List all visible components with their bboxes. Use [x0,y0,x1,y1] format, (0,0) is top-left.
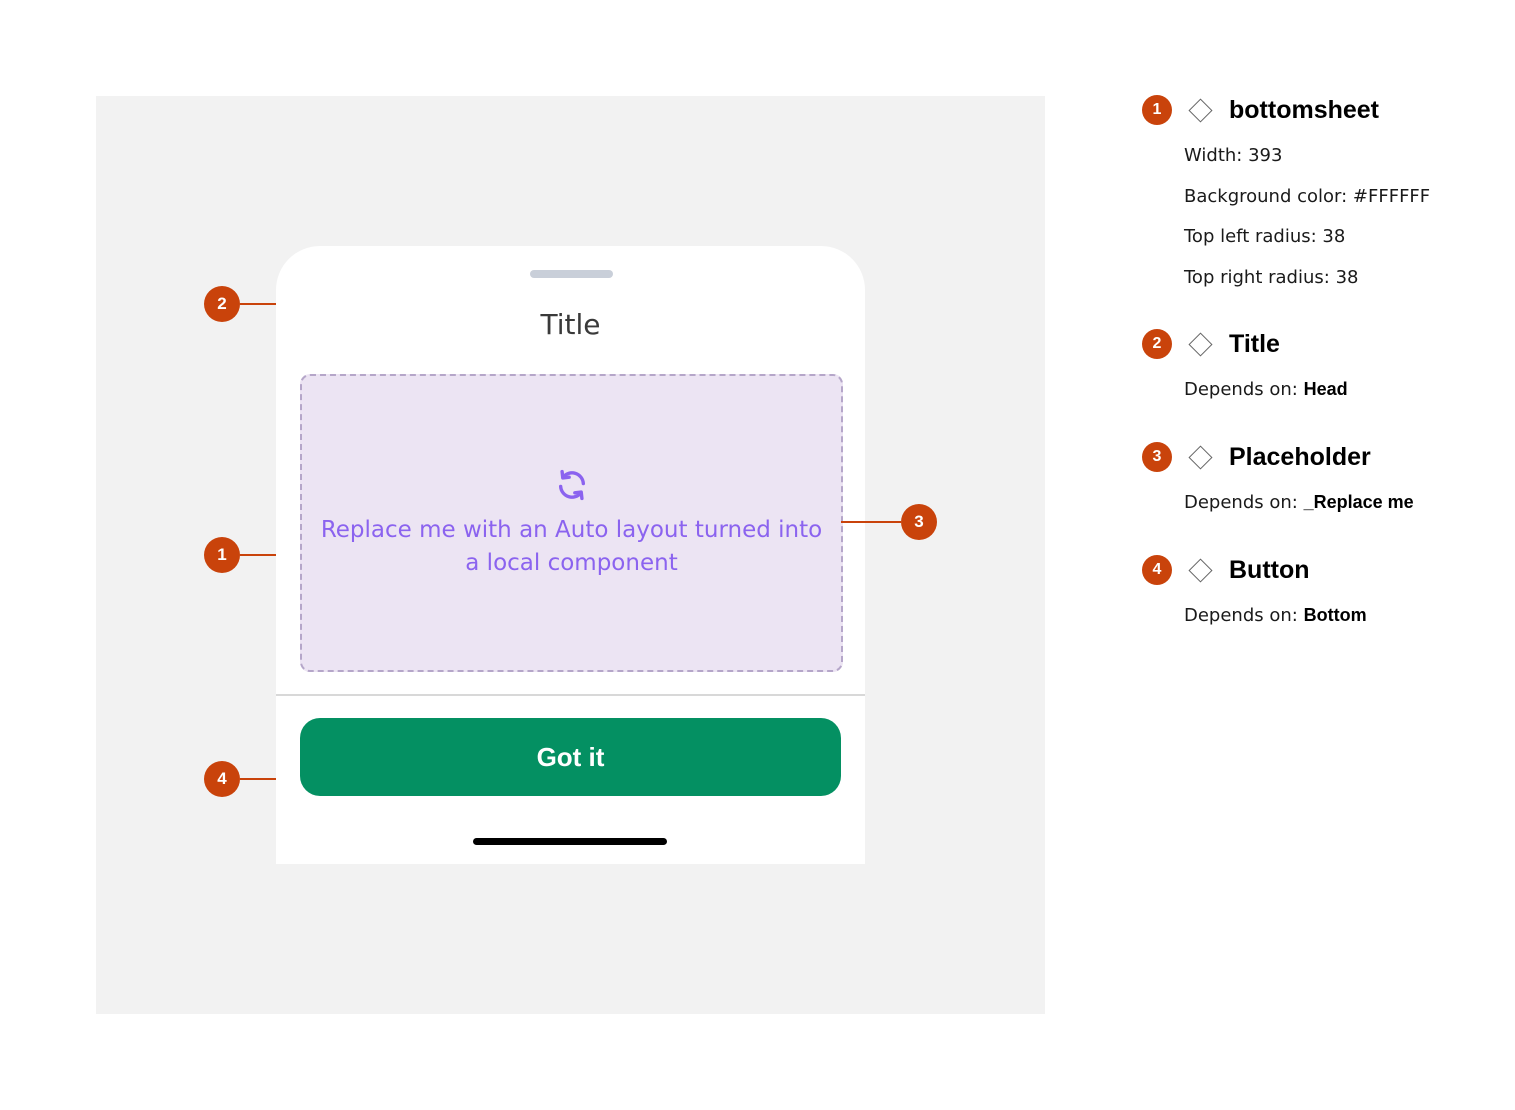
prop-depends-on: Depends on: Bottom [1184,605,1367,626]
callout-2-leader [240,303,276,305]
spec-badge: 3 [1142,442,1172,472]
spec-badge: 1 [1142,95,1172,125]
callout-4: 4 [204,761,240,797]
callout-3-leader [841,521,901,523]
callout-1: 1 [204,537,240,573]
got-it-button[interactable]: Got it [300,718,841,796]
prop-depends-on: Depends on: _Replace me [1184,492,1414,513]
prop-top-left-radius: Top left radius: 38 [1184,226,1346,247]
spec-name: Button [1229,555,1310,584]
placeholder-slot: Replace me with an Auto layout turned in… [300,374,843,672]
callout-2: 2 [204,286,240,322]
callout-1-leader [240,554,276,556]
refresh-icon [558,469,586,501]
home-indicator [473,838,667,845]
callout-3: 3 [901,504,937,540]
placeholder-text: Replace me with an Auto layout turned in… [320,517,823,576]
bottomsheet: Title Replace me with an Auto layout tur… [276,246,865,864]
spec-badge: 4 [1142,555,1172,585]
prop-width: Width: 393 [1184,145,1283,166]
component-diamond-icon [1188,557,1213,583]
drag-handle[interactable] [530,270,613,278]
spec-name: Placeholder [1229,442,1371,471]
component-diamond-icon [1188,97,1213,123]
spec-name: bottomsheet [1229,95,1379,124]
callout-4-leader [240,778,276,780]
spec-name: Title [1229,329,1280,358]
prop-background-color: Background color: #FFFFFF [1184,186,1431,207]
divider [276,694,865,696]
prop-depends-on: Depends on: Head [1184,379,1348,400]
prop-top-right-radius: Top right radius: 38 [1184,267,1359,288]
component-diamond-icon [1188,444,1213,470]
spec-badge: 2 [1142,329,1172,359]
component-diamond-icon [1188,331,1213,357]
sheet-title: Title [540,308,601,341]
